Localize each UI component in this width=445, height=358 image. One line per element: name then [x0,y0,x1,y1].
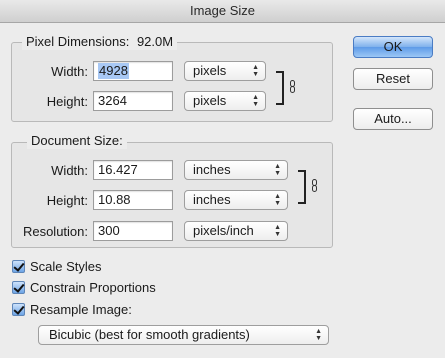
ok-button[interactable]: OK [353,36,433,58]
checkmark-icon [12,303,25,316]
chain-link-icon [289,80,297,94]
chain-link-icon [311,179,319,193]
pixel-width-value: 4928 [98,63,129,79]
document-height-label: Height: [46,193,88,208]
constrain-bracket [298,170,306,204]
document-height-unit: inches [193,192,231,207]
auto-button[interactable]: Auto... [353,108,433,130]
resolution-unit-select[interactable]: pixels/inch ▲ ▼ [184,221,288,241]
document-width-field[interactable]: 16.427 [93,160,173,180]
document-height-unit-select[interactable]: inches ▲ ▼ [184,190,288,210]
pixel-height-field[interactable]: 3264 [93,91,173,111]
pixel-height-label: Height: [46,94,88,109]
popup-arrows-icon: ▲ ▼ [315,328,322,342]
popup-arrows-icon: ▲ ▼ [252,64,259,78]
scale-styles-checkbox[interactable]: Scale Styles [12,259,172,275]
resolution-label: Resolution: [22,224,88,239]
document-size-legend: Document Size: [27,133,127,149]
resample-image-checkbox[interactable]: Resample Image: [12,302,192,318]
document-width-value: 16.427 [98,162,138,177]
checkmark-icon [12,260,25,273]
window-title: Image Size [0,0,445,23]
pixel-height-unit-select[interactable]: pixels ▲ ▼ [184,91,266,111]
popup-arrows-icon: ▲ ▼ [274,163,281,177]
pixel-width-unit: pixels [193,63,227,78]
pixel-width-label: Width: [51,64,88,79]
resolution-value: 300 [98,223,120,238]
popup-arrows-icon: ▲ ▼ [252,94,259,108]
constrain-proportions-checkbox[interactable]: Constrain Proportions [12,280,212,296]
document-height-value: 10.88 [98,192,131,207]
resolution-field[interactable]: 300 [93,221,173,241]
resample-image-label: Resample Image: [30,302,132,317]
pixel-dimensions-label: Pixel Dimensions: [26,34,130,49]
pixel-width-field[interactable]: 4928 [93,61,173,81]
resample-method-select[interactable]: Bicubic (best for smooth gradients) ▲ ▼ [38,325,329,345]
constrain-proportions-label: Constrain Proportions [30,280,156,295]
resolution-unit: pixels/inch [193,223,254,238]
resample-method-value: Bicubic (best for smooth gradients) [49,327,250,342]
reset-button[interactable]: Reset [353,68,433,90]
pixel-height-value: 3264 [98,93,127,108]
constrain-bracket [276,71,284,105]
checkmark-icon [12,281,25,294]
document-width-unit: inches [193,162,231,177]
document-height-field[interactable]: 10.88 [93,190,173,210]
document-width-unit-select[interactable]: inches ▲ ▼ [184,160,288,180]
pixel-dimensions-size: 92.0M [136,34,174,49]
pixel-height-unit: pixels [193,93,227,108]
popup-arrows-icon: ▲ ▼ [274,224,281,238]
popup-arrows-icon: ▲ ▼ [274,193,281,207]
scale-styles-label: Scale Styles [30,259,102,274]
document-width-label: Width: [51,163,88,178]
pixel-width-unit-select[interactable]: pixels ▲ ▼ [184,61,266,81]
pixel-dimensions-legend: Pixel Dimensions: 92.0M [22,34,178,50]
